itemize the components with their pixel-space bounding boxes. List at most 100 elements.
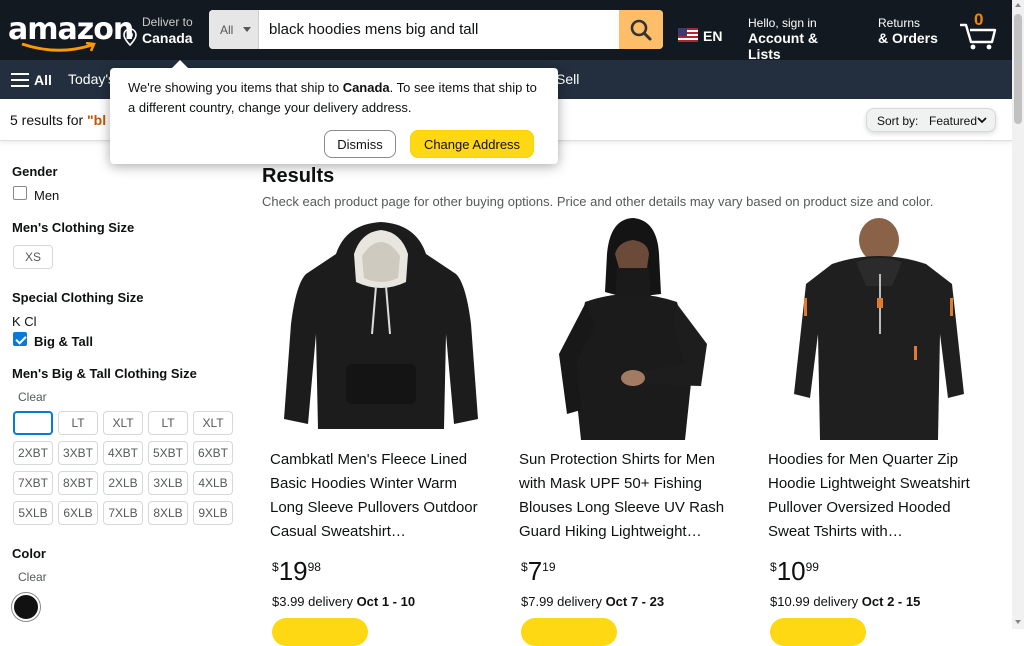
deliver-label: Deliver to (142, 15, 193, 29)
deliver-to[interactable]: Deliver to Canada (118, 8, 206, 52)
results-subtext: Check each product page for other buying… (262, 194, 934, 209)
color-swatch-black[interactable] (12, 593, 40, 621)
bt-size-button[interactable]: 8XBT (58, 471, 98, 495)
scroll-down-arrow-icon[interactable] (1015, 620, 1021, 624)
special-size-option-1[interactable]: K Cl (12, 314, 37, 329)
bt-size-button[interactable] (13, 411, 53, 435)
bt-size-button[interactable]: XLT (193, 411, 233, 435)
add-to-cart-button[interactable] (770, 618, 866, 646)
search-input[interactable] (259, 10, 619, 49)
caret-down-icon (243, 27, 251, 32)
product-title[interactable]: Sun Protection Shirts for Men with Mask … (519, 448, 743, 544)
delivery-info: $7.99 delivery Oct 7 - 23 (521, 594, 664, 609)
bt-size-button[interactable]: 4XBT (103, 441, 143, 465)
search-department-value: All (220, 23, 234, 37)
bt-size-button[interactable]: 3XBT (58, 441, 98, 465)
search-button[interactable] (619, 10, 663, 49)
big-tall-label[interactable]: Big & Tall (34, 334, 93, 349)
special-size-heading: Special Clothing Size (12, 290, 144, 305)
scroll-up-arrow-icon[interactable] (1015, 3, 1021, 7)
returns-label: Returns (878, 16, 921, 30)
results-count-text: 5 results for (10, 112, 88, 128)
mens-size-heading: Men's Clothing Size (12, 220, 135, 235)
results-query: "bl (87, 112, 107, 128)
price-currency: $ (272, 560, 279, 574)
all-menu-label: All (34, 72, 52, 88)
bt-size-button[interactable]: 7XBT (13, 471, 53, 495)
cart-button[interactable]: 0 (950, 6, 1008, 54)
color-clear[interactable]: Clear (18, 570, 47, 584)
sell-label: Sell (556, 71, 580, 87)
popover-msg-country: Canada (342, 80, 390, 95)
product-image[interactable] (515, 214, 745, 440)
bt-size-button[interactable]: LT (58, 411, 98, 435)
search-department-select[interactable]: All (209, 10, 259, 49)
quarter-zip-hoodie-image (794, 218, 964, 440)
us-flag-icon (678, 28, 698, 42)
change-address-button[interactable]: Change Address (410, 130, 534, 158)
chevron-down-icon (977, 117, 987, 124)
hoodie-image (284, 222, 478, 429)
delivery-price: $7.99 delivery (521, 594, 606, 609)
delivery-dates: Oct 1 - 10 (356, 594, 416, 609)
account-lists[interactable]: Hello, sign in Account & Lists (740, 8, 854, 62)
bt-size-button[interactable]: 6XBT (193, 441, 233, 465)
bt-size-button[interactable]: 7XLB (103, 501, 143, 525)
gender-men-checkbox[interactable] (13, 186, 27, 200)
scrollbar-thumb[interactable] (1014, 14, 1022, 124)
returns-orders[interactable]: Returns & Orders (870, 8, 946, 52)
delivery-price: $10.99 delivery (770, 594, 862, 609)
bt-size-button[interactable]: 4XLB (193, 471, 233, 495)
sort-dropdown[interactable]: Sort by: Featured (866, 108, 996, 132)
bt-size-button[interactable]: 2XLB (103, 471, 143, 495)
hamburger-icon (11, 73, 29, 87)
product-image[interactable] (764, 214, 994, 440)
add-to-cart-button[interactable] (521, 618, 617, 646)
big-tall-checkbox[interactable] (13, 332, 27, 346)
bt-size-button[interactable]: 8XLB (148, 501, 188, 525)
filter-sidebar: Gender Men Men's Clothing Size XS Specia… (0, 141, 250, 629)
dismiss-button[interactable]: Dismiss (324, 130, 396, 158)
price-fraction: 98 (307, 560, 321, 574)
language-selector[interactable]: EN (672, 8, 724, 52)
color-heading: Color (12, 546, 46, 561)
sort-value: Featured (929, 114, 978, 128)
popover-message: We're showing you items that ship to Can… (128, 78, 546, 118)
bt-size-button[interactable]: LT (148, 411, 188, 435)
todays-deals-link[interactable]: Today's (68, 71, 115, 87)
search-bar: All (209, 10, 663, 49)
smile-arrow-icon (21, 42, 96, 52)
add-to-cart-button[interactable] (272, 618, 368, 646)
size-xs-button[interactable]: XS (13, 245, 53, 269)
price-fraction: 19 (542, 560, 556, 574)
amazon-logo[interactable]: amazon (4, 8, 134, 54)
popover-msg-before: We're showing you items that ship to (128, 80, 343, 95)
results-heading: Results (262, 165, 335, 187)
bt-size-button[interactable]: 3XLB (148, 471, 188, 495)
price-currency: $ (521, 560, 528, 574)
price-currency: $ (770, 560, 777, 574)
product-image[interactable] (266, 214, 496, 440)
price-whole: 7 (527, 556, 543, 586)
big-tall-size-clear[interactable]: Clear (18, 390, 47, 404)
delivery-info: $3.99 delivery Oct 1 - 10 (272, 594, 415, 609)
ship-to-popover: We're showing you items that ship to Can… (110, 60, 558, 164)
sign-in-greeting: Hello, sign in (748, 16, 817, 30)
gender-men-label[interactable]: Men (34, 188, 59, 203)
bt-size-button[interactable]: 9XLB (193, 501, 233, 525)
all-menu-button[interactable]: All (4, 62, 60, 98)
big-tall-size-heading: Men's Big & Tall Clothing Size (12, 366, 197, 381)
page-scrollbar[interactable] (1012, 0, 1024, 629)
product-price: $719 (521, 556, 556, 587)
bt-size-button[interactable]: 5XLB (13, 501, 53, 525)
product-price: $1099 (770, 556, 819, 587)
bt-size-button[interactable]: 5XBT (148, 441, 188, 465)
product-title[interactable]: Cambkatl Men's Fleece Lined Basic Hoodie… (270, 448, 494, 544)
product-price: $1998 (272, 556, 321, 587)
product-title[interactable]: Hoodies for Men Quarter Zip Hoodie Light… (768, 448, 992, 544)
price-whole: 10 (776, 556, 806, 586)
bt-size-button[interactable]: 2XBT (13, 441, 53, 465)
popover-arrow (172, 60, 188, 68)
bt-size-button[interactable]: 6XLB (58, 501, 98, 525)
bt-size-button[interactable]: XLT (103, 411, 143, 435)
